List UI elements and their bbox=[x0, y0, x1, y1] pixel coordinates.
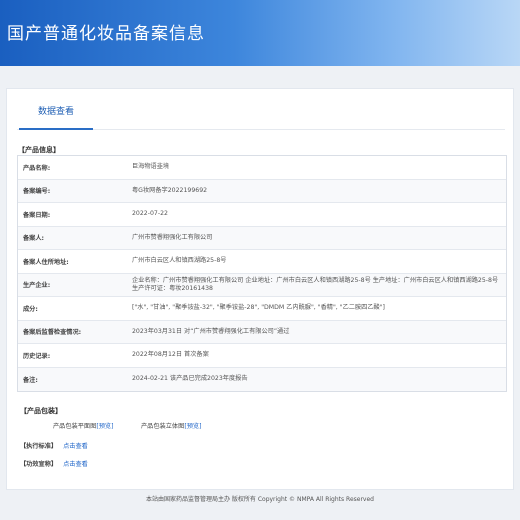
row-label: 备案人住所地址: bbox=[23, 258, 69, 266]
row-value: 巨海物语韭境 bbox=[132, 163, 170, 171]
row-label: 备案日期: bbox=[23, 211, 51, 219]
table-row: 成分: ["水", "甘油", "聚季铵盐-32", "聚季铵盐-28", "D… bbox=[18, 297, 506, 321]
section-title-product-info: 【产品信息】 bbox=[18, 146, 60, 154]
row-label: 备注: bbox=[23, 376, 38, 384]
standard-view-link[interactable]: 点击查看 bbox=[63, 443, 88, 450]
table-row: 备案编号: 粤G妆网备字2022199692 bbox=[18, 179, 506, 203]
package-flat-row: 产品包装平面图[预览] bbox=[53, 421, 114, 430]
table-row: 备案人住所地址: 广州市白云区人和镇西湖路25-8号 bbox=[18, 250, 506, 274]
row-value: 2022年08月12日 首次备案 bbox=[132, 351, 209, 359]
row-value: 企业名称：广州市赞睿翔强化工有限公司 企业地址：广州市白云区人和镇西湖路25-8… bbox=[132, 276, 499, 292]
content-card: 数据查看 【产品信息】 产品名称: 巨海物语韭境 备案编号: 粤G妆网备字202… bbox=[6, 88, 514, 490]
table-row: 产品名称: 巨海物语韭境 bbox=[18, 156, 506, 180]
package-solid-preview-link[interactable]: [预览] bbox=[184, 423, 201, 430]
page-header: 国产普通化妆品备案信息 bbox=[0, 0, 520, 66]
package-solid-row: 产品包装立体图[预览] bbox=[141, 421, 202, 430]
footer-copyright: 本站由国家药品监督管理局主办 版权所有 Copyright © NMPA All… bbox=[146, 496, 374, 503]
row-label: 产品名称: bbox=[23, 164, 51, 172]
row-label: 成分: bbox=[23, 305, 38, 313]
package-solid-label: 产品包装立体图 bbox=[141, 423, 185, 430]
row-value: 广州市赞睿翔强化工有限公司 bbox=[132, 233, 213, 241]
tab-bar: 数据查看 bbox=[17, 99, 505, 130]
table-row: 备案人: 广州市赞睿翔强化工有限公司 bbox=[18, 226, 506, 250]
row-value: ["水", "甘油", "聚季铵盐-32", "聚季铵盐-28", "DMDM … bbox=[132, 304, 385, 312]
page-title: 国产普通化妆品备案信息 bbox=[7, 24, 205, 44]
package-flat-label: 产品包装平面图 bbox=[53, 423, 97, 430]
row-value: 2022-07-22 bbox=[132, 210, 168, 218]
row-value: 2023年03月31日 对“广州市赞睿翔强化工有限公司”通过 bbox=[132, 327, 290, 335]
section-title-package: 【产品包装】 bbox=[20, 407, 62, 415]
row-value: 2024-02-21 该产品已完成2023年度报告 bbox=[132, 375, 248, 383]
section-title-efficacy: 【功效宣称】 bbox=[20, 461, 58, 468]
table-row: 历史记录: 2022年08月12日 首次备案 bbox=[18, 344, 506, 368]
row-label: 备案编号: bbox=[23, 188, 51, 196]
row-value: 广州市白云区人和镇西湖路25-8号 bbox=[132, 257, 227, 265]
table-row: 备案日期: 2022-07-22 bbox=[18, 203, 506, 227]
section-title-standard: 【执行标准】 bbox=[20, 443, 58, 450]
row-label: 历史记录: bbox=[23, 352, 51, 360]
row-label: 备案人: bbox=[23, 235, 45, 243]
row-label: 备案后监督检查情况: bbox=[23, 329, 82, 337]
efficacy-row: 【功效宣称】 点击查看 bbox=[20, 459, 88, 468]
table-row: 生产企业: 企业名称：广州市赞睿翔强化工有限公司 企业地址：广州市白云区人和镇西… bbox=[18, 273, 506, 297]
row-label: 生产企业: bbox=[23, 282, 51, 290]
product-info-table: 产品名称: 巨海物语韭境 备案编号: 粤G妆网备字2022199692 备案日期… bbox=[17, 155, 507, 392]
package-flat-preview-link[interactable]: [预览] bbox=[96, 423, 113, 430]
table-row: 备注: 2024-02-21 该产品已完成2023年度报告 bbox=[18, 367, 506, 391]
tab-data-view[interactable]: 数据查看 bbox=[19, 99, 93, 130]
table-row: 备案后监督检查情况: 2023年03月31日 对“广州市赞睿翔强化工有限公司”通… bbox=[18, 320, 506, 344]
standard-row: 【执行标准】 点击查看 bbox=[20, 441, 88, 450]
row-value: 粤G妆网备字2022199692 bbox=[132, 186, 208, 194]
efficacy-view-link[interactable]: 点击查看 bbox=[63, 461, 88, 468]
